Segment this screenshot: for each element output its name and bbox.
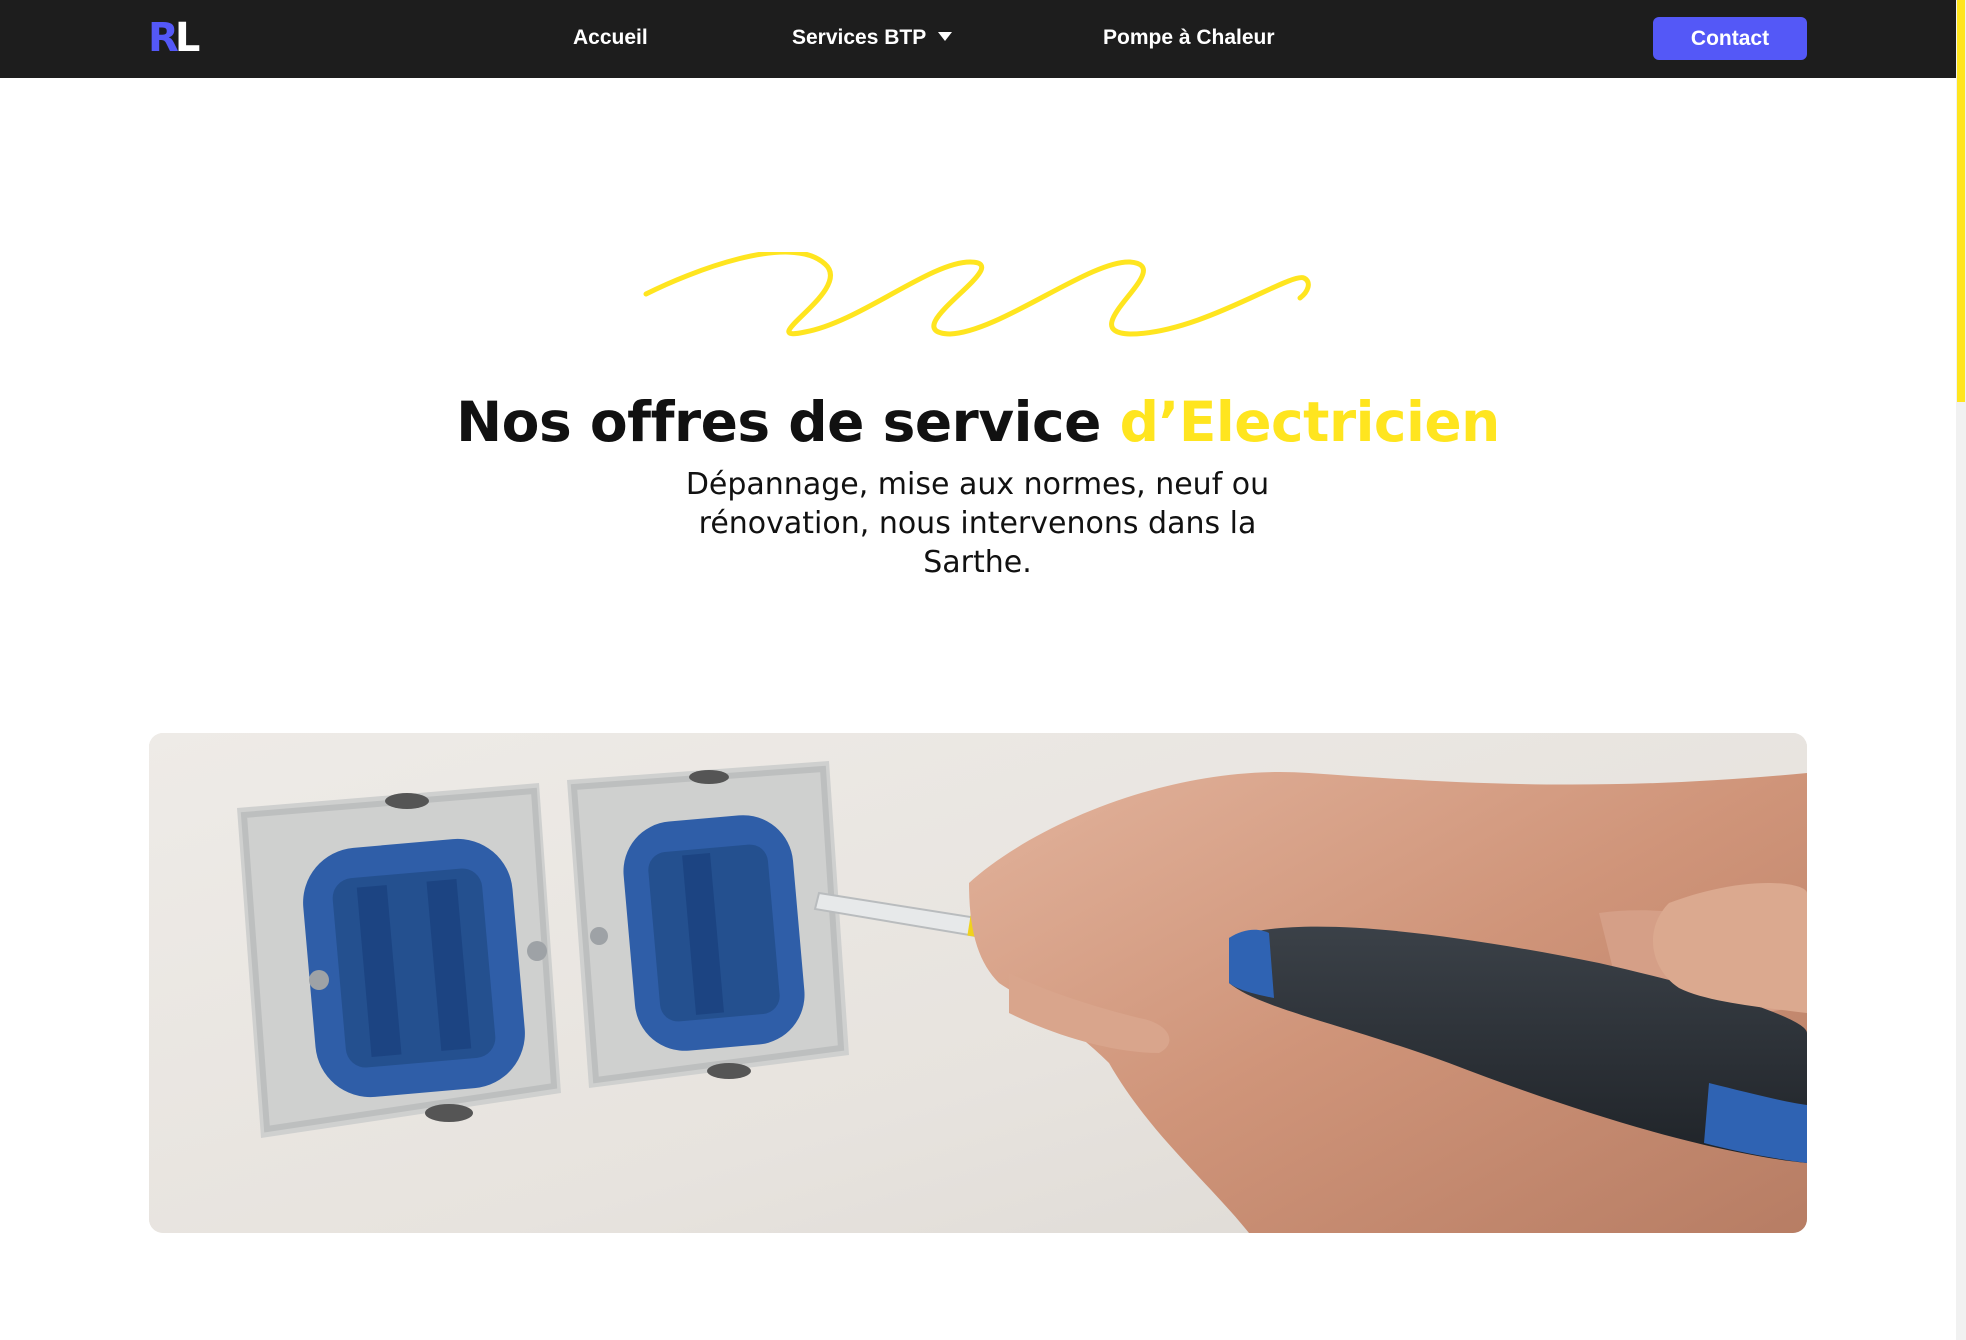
navbar: RL Accueil Services BTP Pompe à Chaleur …	[0, 0, 1956, 78]
nav-link-pompe-a-chaleur[interactable]: Pompe à Chaleur	[1103, 24, 1275, 52]
page-title: Nos offres de service d’Electricien	[0, 386, 1956, 458]
nav-link-services-label: Services BTP	[792, 26, 927, 49]
title-accent: d’Electricien	[1119, 390, 1501, 454]
site-logo[interactable]: RL	[148, 15, 200, 61]
nav-link-accueil[interactable]: Accueil	[573, 24, 648, 52]
electrician-photo	[149, 733, 1807, 1233]
squiggle-decoration	[643, 252, 1311, 337]
nav-link-services-btp[interactable]: Services BTP	[792, 24, 953, 52]
contact-button[interactable]: Contact	[1653, 17, 1807, 60]
logo-letter-l: L	[174, 15, 200, 61]
hero-image	[149, 733, 1807, 1233]
caret-down-icon	[938, 31, 953, 41]
hero-subtitle: Dépannage, mise aux normes, neuf ou réno…	[685, 467, 1270, 580]
logo-letter-r: R	[148, 15, 179, 61]
scrollbar-thumb[interactable]	[1957, 0, 1965, 402]
title-main: Nos offres de service	[456, 390, 1120, 454]
